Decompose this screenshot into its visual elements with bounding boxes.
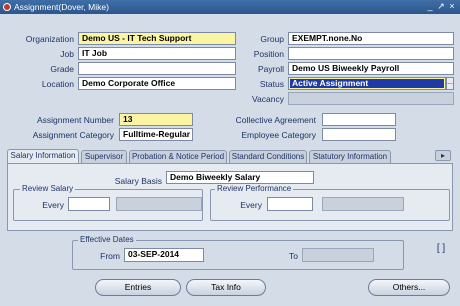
grade-field[interactable] bbox=[78, 62, 236, 75]
organization-label: Organization bbox=[25, 34, 74, 44]
status-label: Status bbox=[259, 79, 284, 89]
payroll-label: Payroll bbox=[258, 64, 284, 74]
review-performance-title: Review Performance bbox=[215, 184, 294, 193]
entries-button[interactable]: Entries bbox=[95, 279, 181, 296]
assignment-number-label: Assignment Number bbox=[36, 115, 114, 125]
effective-from-field[interactable]: 03-SEP-2014 bbox=[124, 248, 204, 262]
review-salary-every-field[interactable] bbox=[68, 197, 110, 211]
position-field[interactable] bbox=[288, 47, 454, 60]
vacancy-label: Vacancy bbox=[252, 94, 284, 104]
grade-label: Grade bbox=[50, 64, 74, 74]
effective-dates-title: Effective Dates bbox=[78, 235, 136, 244]
location-label: Location bbox=[41, 79, 74, 89]
status-lov-button[interactable]: ... bbox=[446, 77, 454, 90]
job-label: Job bbox=[60, 49, 74, 59]
group-label: Group bbox=[260, 34, 284, 44]
oracle-app-icon bbox=[3, 3, 11, 11]
status-value: Active Assignment bbox=[290, 79, 444, 88]
minimize-icon[interactable]: _ bbox=[425, 1, 435, 12]
assignment-category-label: Assignment Category bbox=[32, 130, 114, 140]
tax-info-button[interactable]: Tax Info bbox=[186, 279, 266, 296]
tab-statutory-information[interactable]: Statutory Information bbox=[309, 150, 391, 163]
tab-probation-notice-period[interactable]: Probation & Notice Period bbox=[129, 150, 227, 163]
group-field[interactable]: EXEMPT.none.No bbox=[288, 32, 454, 45]
window-title-bar: Assignment(Dover, Mike) _ ↗ × bbox=[0, 0, 460, 14]
collective-agreement-field[interactable] bbox=[322, 113, 396, 126]
tab-supervisor[interactable]: Supervisor bbox=[81, 150, 127, 163]
close-icon[interactable]: × bbox=[447, 1, 457, 12]
review-performance-unit-field[interactable] bbox=[322, 197, 404, 211]
salary-basis-field[interactable]: Demo Biweekly Salary bbox=[166, 171, 314, 184]
folder-bracket-indicator[interactable]: [ ] bbox=[432, 243, 450, 257]
tab-salary-information[interactable]: Salary Information bbox=[7, 149, 79, 164]
review-salary-title: Review Salary bbox=[20, 184, 76, 193]
review-performance-every-label: Every bbox=[240, 200, 262, 210]
assignment-number-field[interactable]: 13 bbox=[119, 113, 193, 126]
to-label: To bbox=[289, 251, 298, 261]
status-field[interactable]: Active Assignment bbox=[288, 77, 446, 90]
tab-standard-conditions[interactable]: Standard Conditions bbox=[229, 150, 307, 163]
tab-scroll-right-button[interactable]: ▸ bbox=[435, 150, 451, 161]
location-field[interactable]: Demo Corporate Office bbox=[78, 77, 236, 90]
window-title: Assignment(Dover, Mike) bbox=[14, 2, 109, 12]
review-salary-unit-field[interactable] bbox=[116, 197, 202, 211]
salary-basis-label: Salary Basis bbox=[114, 176, 162, 186]
job-field[interactable]: IT Job bbox=[78, 47, 236, 60]
others-button[interactable]: Others... bbox=[368, 279, 450, 296]
collective-agreement-label: Collective Agreement bbox=[235, 115, 316, 125]
vacancy-field[interactable] bbox=[288, 92, 454, 105]
effective-to-field[interactable] bbox=[302, 248, 374, 262]
maximize-icon[interactable]: ↗ bbox=[436, 1, 446, 12]
review-performance-every-field[interactable] bbox=[267, 197, 313, 211]
employee-category-field[interactable] bbox=[322, 128, 396, 141]
position-label: Position bbox=[253, 49, 284, 59]
assignment-category-field[interactable]: Fulltime-Regular bbox=[119, 128, 193, 141]
payroll-field[interactable]: Demo US Biweekly Payroll bbox=[288, 62, 454, 75]
from-label: From bbox=[100, 251, 120, 261]
employee-category-label: Employee Category bbox=[241, 130, 316, 140]
review-salary-every-label: Every bbox=[42, 200, 64, 210]
organization-field[interactable]: Demo US - IT Tech Support bbox=[78, 32, 236, 45]
